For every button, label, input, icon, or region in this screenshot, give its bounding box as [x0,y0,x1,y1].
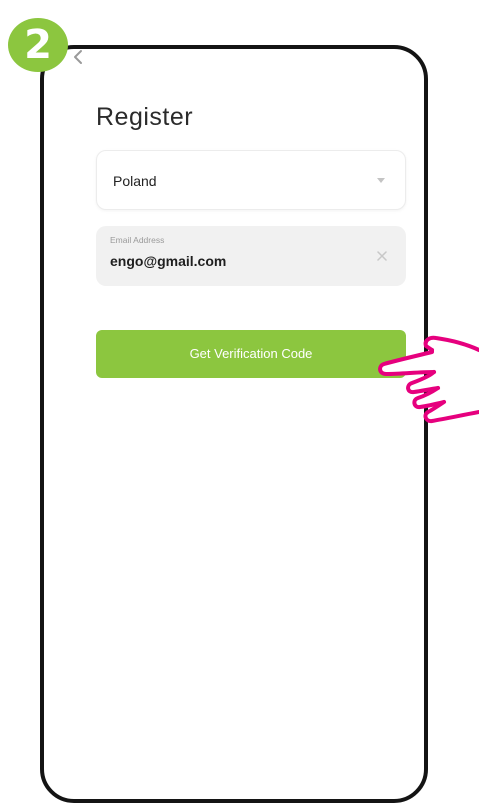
country-select[interactable]: Poland [96,150,406,210]
step-badge: 2 [8,18,68,72]
email-field[interactable]: Email Address [96,226,406,286]
chevron-left-icon[interactable] [72,49,84,65]
chevron-down-icon [377,178,385,183]
email-input[interactable] [108,253,362,269]
instruction-canvas: 2 Register Poland Email Address Get Veri… [0,0,479,809]
page-title: Register [96,103,194,131]
pointing-hand-icon [378,335,479,424]
get-verification-code-button[interactable]: Get Verification Code [96,330,406,378]
close-icon[interactable] [376,250,388,262]
country-value: Poland [113,173,157,189]
email-label: Email Address [110,235,165,245]
